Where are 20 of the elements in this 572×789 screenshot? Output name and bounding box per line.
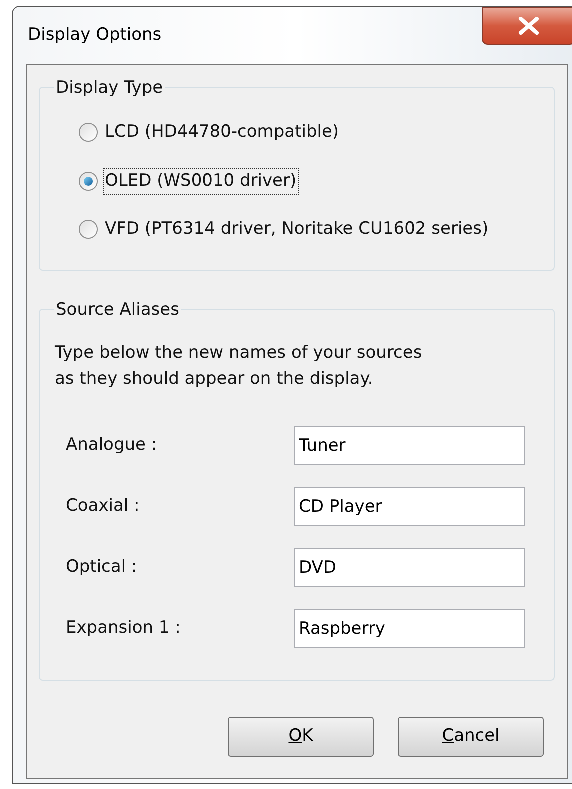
input-field[interactable]: DVD bbox=[294, 548, 525, 587]
field-label: Expansion 1 : bbox=[66, 616, 181, 640]
radio-button[interactable] bbox=[79, 123, 98, 142]
input-field[interactable]: Raspberry bbox=[294, 609, 525, 648]
field-label: Analogue : bbox=[66, 434, 158, 457]
radio-label[interactable]: LCD (HD44780-compatible) bbox=[104, 120, 340, 146]
close-button[interactable] bbox=[482, 7, 572, 45]
field-label: Coaxial : bbox=[66, 494, 140, 518]
dialog-button[interactable]: Cancel bbox=[398, 717, 544, 757]
field-label: Optical : bbox=[66, 556, 138, 579]
radio-button[interactable] bbox=[79, 220, 98, 240]
input-field[interactable]: CD Player bbox=[294, 487, 525, 526]
input-field[interactable]: Tuner bbox=[294, 426, 525, 465]
window-title: Display Options bbox=[28, 24, 162, 47]
radio-button[interactable] bbox=[79, 172, 98, 191]
radio-label[interactable]: OLED (WS0010 driver) bbox=[104, 168, 298, 194]
radio-label[interactable]: VFD (PT6314 driver, Noritake CU1602 series) bbox=[104, 217, 490, 242]
instructions-text: Type below the new names of your sources as they should appear on the display. bbox=[55, 342, 424, 391]
dialog-button[interactable]: OK bbox=[228, 717, 374, 757]
close-icon bbox=[518, 17, 540, 35]
